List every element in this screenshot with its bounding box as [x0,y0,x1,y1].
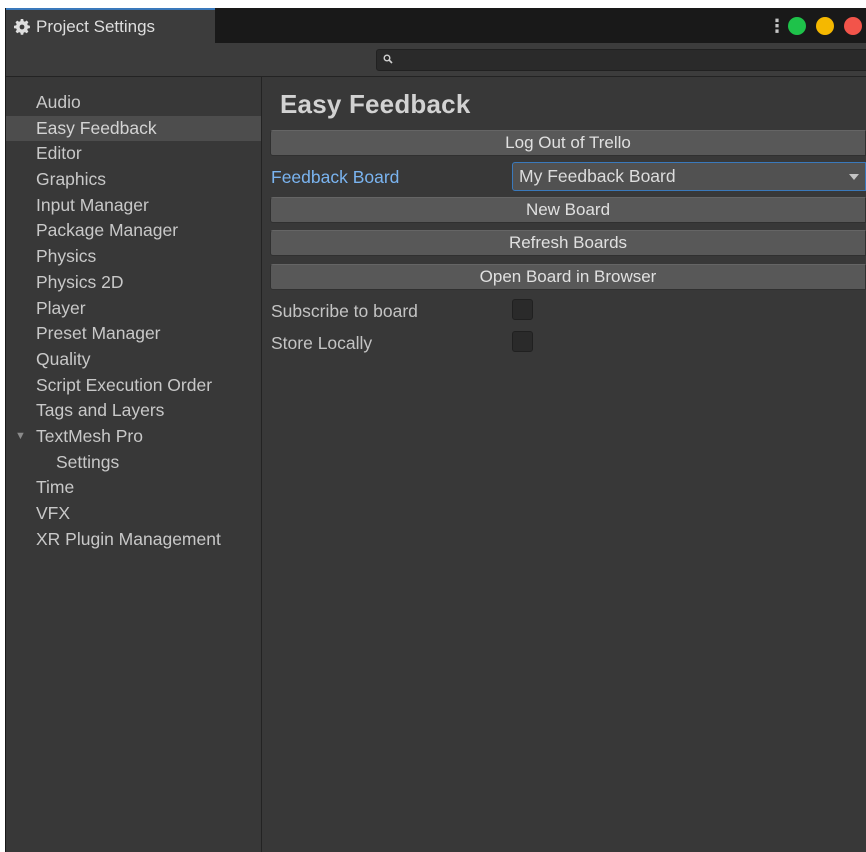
close-dot[interactable] [844,16,862,35]
maximize-dot[interactable] [788,16,806,35]
sidebar-item-package-manager[interactable]: Package Manager [6,218,261,244]
subscribe-label: Subscribe to board [271,301,418,321]
sidebar-item-graphics[interactable]: Graphics [6,167,261,193]
window-controls: ⋮ [768,8,862,43]
settings-sidebar: Audio Easy Feedback Editor Graphics Inpu… [6,77,262,852]
store-locally-label: Store Locally [271,333,373,353]
minimize-dot[interactable] [816,16,834,35]
tab-project-settings[interactable]: Project Settings [6,8,215,43]
feedback-board-value: My Feedback Board [519,166,676,186]
tab-title: Project Settings [36,16,156,36]
sidebar-item-preset-manager[interactable]: Preset Manager [6,321,261,347]
subscribe-checkbox[interactable] [512,299,533,320]
sidebar-item-xr-plugin-management[interactable]: XR Plugin Management [6,527,261,553]
sidebar-item-physics[interactable]: Physics [6,244,261,270]
sidebar-item-vfx[interactable]: VFX [6,501,261,527]
feedback-board-dropdown[interactable]: My Feedback Board [512,162,866,191]
open-board-in-browser-button[interactable]: Open Board in Browser [270,264,866,290]
search-field[interactable] [376,49,866,71]
foldout-arrow-icon[interactable]: ▼ [15,424,26,450]
sidebar-item-editor[interactable]: Editor [6,141,261,167]
sidebar-item-input-manager[interactable]: Input Manager [6,193,261,219]
search-icon [383,51,393,69]
refresh-boards-button[interactable]: Refresh Boards [270,230,866,256]
project-settings-window: Project Settings ⋮ Audio Easy Feedback E… [5,8,866,852]
feedback-board-label: Feedback Board [271,167,400,187]
sidebar-item-tags-and-layers[interactable]: Tags and Layers [6,398,261,424]
sidebar-item-time[interactable]: Time [6,475,261,501]
sidebar-item-easy-feedback[interactable]: Easy Feedback [6,115,261,142]
search-input[interactable] [393,52,866,68]
dropdown-arrow-icon [849,173,859,180]
sidebar-item-quality[interactable]: Quality [6,347,261,373]
sidebar-item-script-execution-order[interactable]: Script Execution Order [6,373,261,399]
log-out-button[interactable]: Log Out of Trello [270,130,866,156]
new-board-button[interactable]: New Board [270,197,866,223]
settings-main-panel: Easy Feedback Log Out of Trello Feedback… [262,77,866,852]
search-toolbar [6,43,866,77]
sidebar-item-textmesh-pro-settings[interactable]: Settings [6,450,261,476]
tab-bar: Project Settings ⋮ [6,8,866,43]
store-locally-checkbox[interactable] [512,331,533,352]
sidebar-item-physics-2d[interactable]: Physics 2D [6,270,261,296]
page-title: Easy Feedback [280,89,471,119]
sidebar-item-textmesh-pro[interactable]: ▼ TextMesh Pro [6,424,261,450]
kebab-menu-icon[interactable]: ⋮ [768,17,786,35]
sidebar-item-audio[interactable]: Audio [6,90,261,116]
sidebar-item-label: TextMesh Pro [36,425,143,446]
gear-icon [14,18,30,35]
sidebar-item-player[interactable]: Player [6,296,261,322]
